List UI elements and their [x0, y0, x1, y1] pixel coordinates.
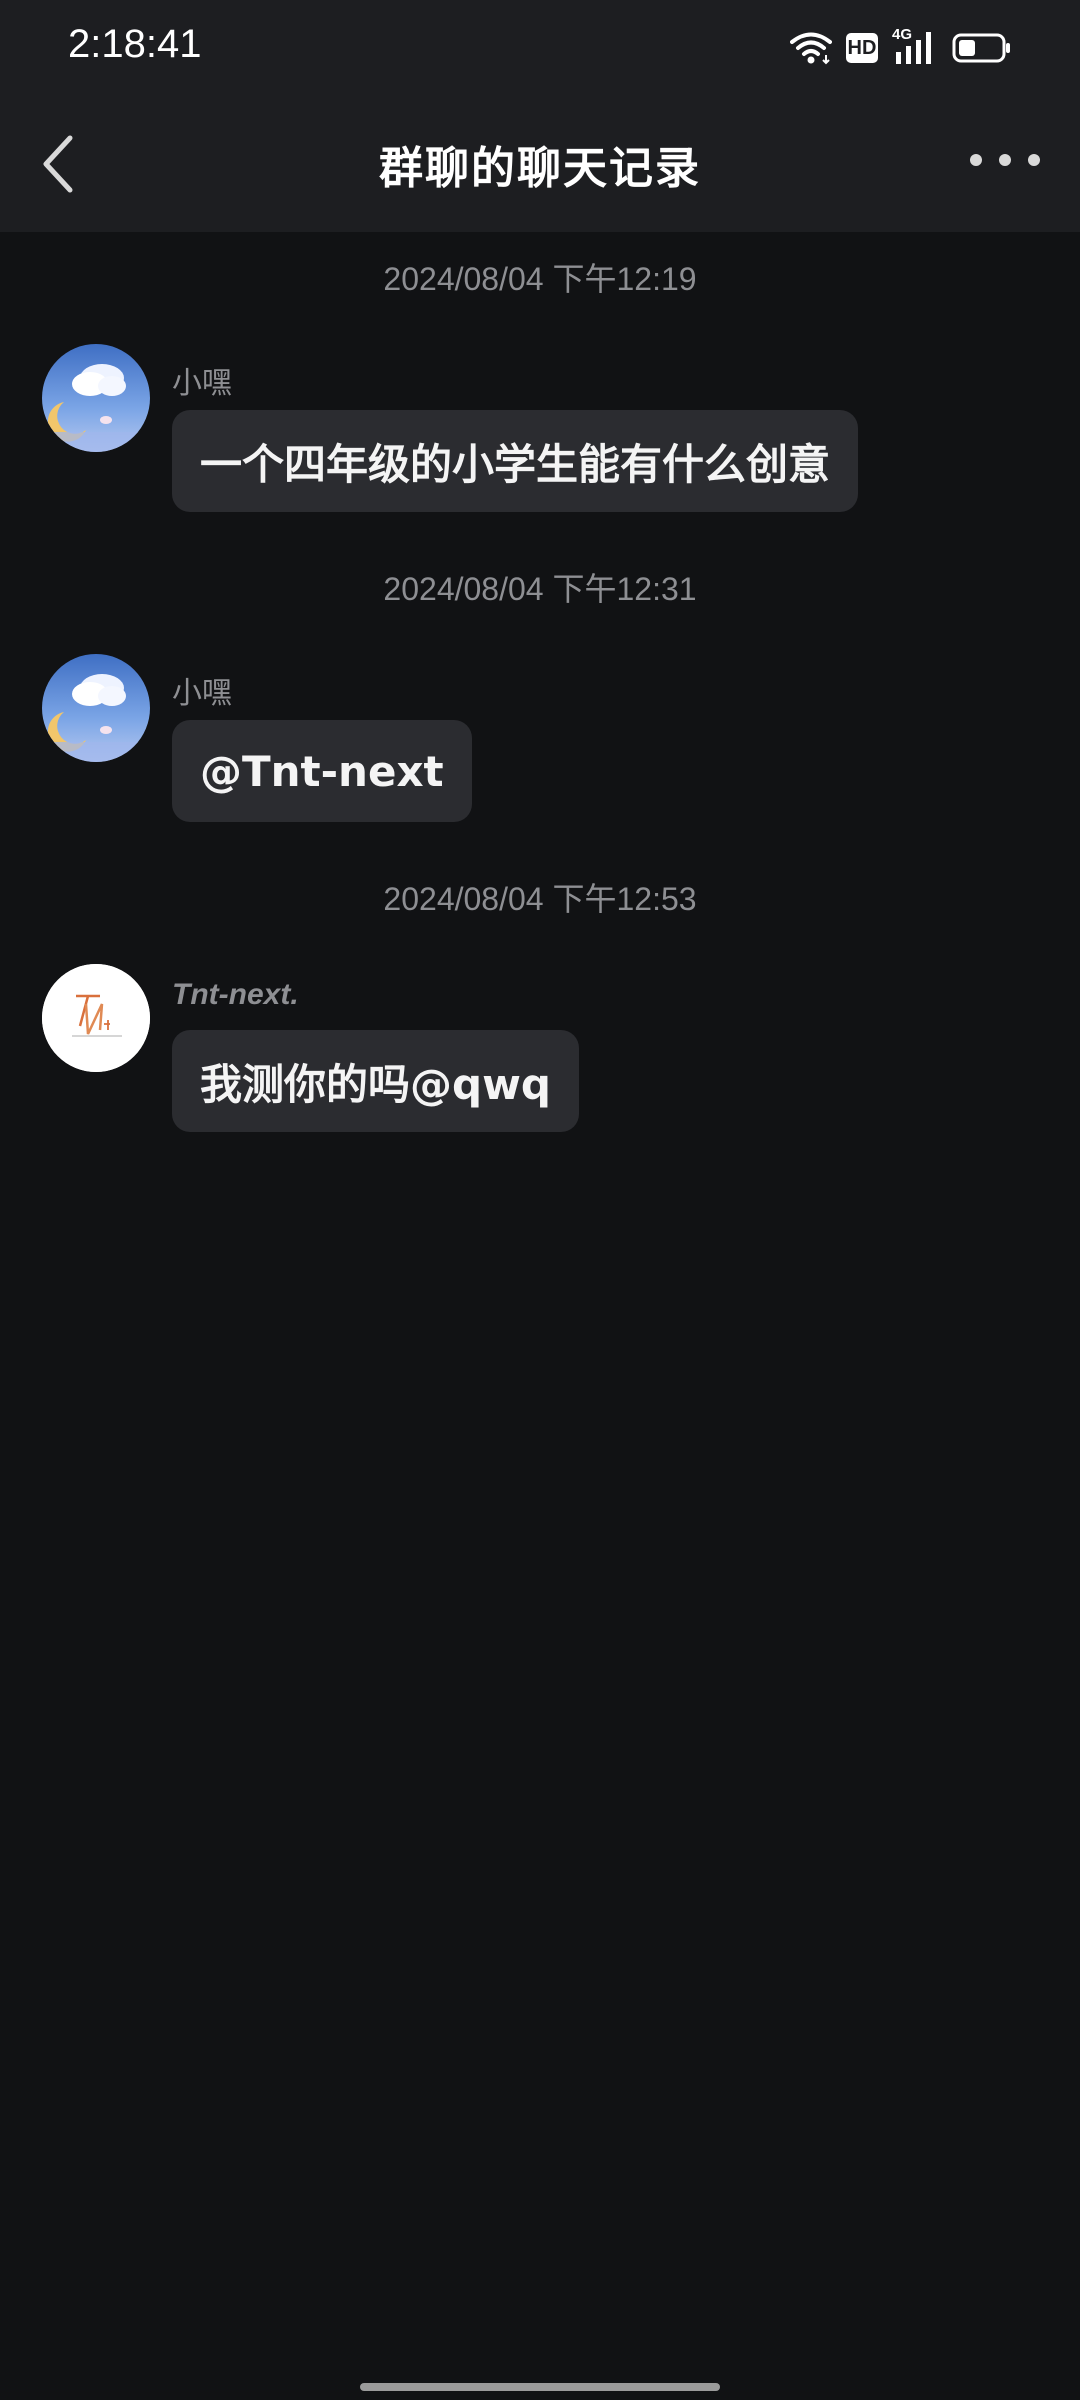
wifi-icon	[790, 31, 832, 65]
message-bubble[interactable]: 我测你的吗@qwq	[172, 1030, 579, 1132]
cellular-signal-icon: 4G	[892, 26, 938, 66]
sender-name: 小嘿	[172, 366, 232, 401]
message-bubble[interactable]: @Tnt-next	[172, 720, 472, 822]
avatar[interactable]	[42, 344, 150, 452]
message-timestamp: 2024/08/04 下午12:53	[383, 881, 697, 917]
status-icons: HD 4G	[790, 26, 1012, 68]
sender-name: Tnt-next.	[172, 978, 299, 1011]
more-options-button[interactable]	[970, 138, 1040, 182]
chat-history-screen: 2:18:41 HD 4G 群聊的聊天记录 2024/08/04 下午12:19…	[0, 0, 1080, 2400]
message-timestamp: 2024/08/04 下午12:19	[383, 261, 697, 297]
top-panel: 2:18:41 HD 4G 群聊的聊天记录	[0, 0, 1080, 232]
battery-icon	[952, 32, 1012, 64]
hd-badge: HD	[846, 33, 878, 63]
avatar[interactable]	[42, 654, 150, 762]
tn-logo-avatar-icon	[42, 964, 150, 1072]
moon-cloud-avatar-icon	[42, 344, 150, 452]
sender-name: 小嘿	[172, 676, 232, 711]
nav-header: 群聊的聊天记录	[0, 96, 1080, 232]
avatar[interactable]	[42, 964, 150, 1072]
status-time: 2:18:41	[68, 22, 202, 66]
message-bubble[interactable]: 一个四年级的小学生能有什么创意	[172, 410, 859, 512]
message-timestamp: 2024/08/04 下午12:31	[383, 571, 697, 607]
moon-cloud-avatar-icon	[42, 654, 150, 762]
more-horizontal-icon	[970, 154, 982, 166]
page-title: 群聊的聊天记录	[379, 143, 701, 194]
home-indicator[interactable]	[360, 2383, 720, 2391]
status-bar: 2:18:41 HD 4G	[0, 0, 1080, 96]
